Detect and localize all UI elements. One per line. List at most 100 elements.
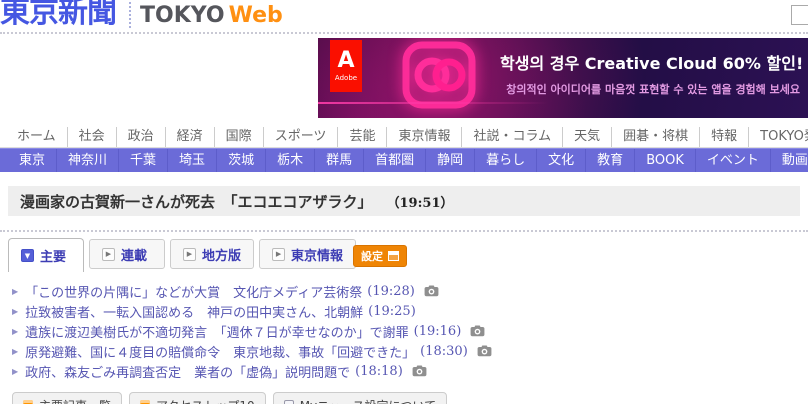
- tab-marker-icon: [21, 249, 34, 262]
- primary-nav-item[interactable]: 芸能: [337, 127, 386, 147]
- regional-nav-item[interactable]: 静岡: [425, 149, 474, 172]
- regional-nav: 東京 神奈川 千葉 埼玉 茨城 栃木 群馬 首都圏 静岡 暮らし 文化 教育 B…: [0, 148, 808, 172]
- camera-icon: [412, 365, 427, 377]
- breaking-news-time: （19:51）: [387, 192, 454, 211]
- primary-nav-item[interactable]: 東京情報: [386, 127, 461, 147]
- camera-icon: [424, 285, 439, 297]
- bullet-arrow-icon: ▶: [12, 347, 18, 356]
- regional-nav-item[interactable]: 動画: [770, 149, 808, 172]
- primary-nav-item[interactable]: 特報: [699, 127, 748, 147]
- tab-label: 地方版: [202, 245, 241, 264]
- section-tab[interactable]: 地方版: [170, 239, 254, 269]
- regional-nav-item[interactable]: 埼玉: [167, 149, 216, 172]
- primary-nav-item[interactable]: スポーツ: [263, 127, 338, 147]
- regional-nav-item[interactable]: 群馬: [314, 149, 363, 172]
- primary-nav-item[interactable]: TOKYO発: [748, 127, 808, 147]
- ad-text: 학생의 경우 Creative Cloud 60% 할인! 창의적인 아이디어를…: [500, 53, 800, 97]
- adobe-a-glyph: A: [337, 50, 354, 72]
- primary-nav-item[interactable]: 経済: [165, 127, 214, 147]
- bullet-arrow-icon: ▶: [12, 327, 18, 336]
- section-tab[interactable]: 東京情報: [259, 239, 356, 269]
- news-time: (18:18): [355, 364, 403, 379]
- bullet-arrow-icon: ▶: [12, 287, 18, 296]
- news-title: 原発避難、国に４度目の賠償命令 東京地裁、事故「回避できた」: [25, 342, 415, 361]
- primary-nav-item[interactable]: 国際: [214, 127, 263, 147]
- tab-marker-icon: [102, 248, 115, 261]
- tab-row: 主要 連載 地方版 東京情報 設定: [8, 238, 808, 272]
- list-icon: [23, 400, 33, 404]
- regional-nav-item[interactable]: BOOK: [634, 149, 695, 172]
- news-time: (19:25): [368, 304, 416, 319]
- regional-nav-item[interactable]: 文化: [536, 149, 585, 172]
- footer-tab[interactable]: 主要記事一覧: [12, 392, 122, 404]
- regional-nav-item[interactable]: 千葉: [118, 149, 167, 172]
- footer-tab[interactable]: アクセストップ10: [129, 392, 266, 404]
- ad-banner[interactable]: A Adobe 학생의 경우 Creative Cloud 60% 할인! 창의…: [318, 38, 808, 118]
- tabs-separator: [0, 230, 808, 232]
- news-list-item[interactable]: ▶ 遺族に渡辺美樹氏が不適切発言 「週休７日が幸せなのか」で謝罪 (19:16): [12, 321, 800, 341]
- header-separator: [0, 32, 808, 34]
- adobe-logo-label: Adobe: [335, 74, 357, 82]
- breaking-news-bar[interactable]: 漫画家の古賀新一さんが死去 「エコエコアザラク」 （19:51）: [8, 186, 800, 216]
- adobe-logo: A Adobe: [330, 40, 362, 92]
- news-title: 拉致被害者、一転入国認める 神戸の田中実さん、北朝鮮: [25, 302, 363, 321]
- ad-subline: 창의적인 아이디어를 마음껏 표현할 수 있는 앱을 경험해 보세요: [500, 81, 800, 97]
- primary-nav-item[interactable]: 政治: [116, 127, 165, 147]
- news-list-item[interactable]: ▶ 原発避難、国に４度目の賠償命令 東京地裁、事故「回避できた」 (18:30): [12, 341, 800, 361]
- regional-nav-item[interactable]: 茨城: [216, 149, 265, 172]
- news-time: (19:28): [367, 284, 415, 299]
- bullet-arrow-icon: ▶: [12, 367, 18, 376]
- section-tab[interactable]: 連載: [89, 239, 165, 269]
- regional-nav-item[interactable]: 東京: [8, 149, 56, 172]
- tokyo-shimbun-logo[interactable]: 東京新聞: [0, 0, 116, 31]
- tab-label: 主要: [40, 246, 66, 265]
- site-header: 東京新聞 TOKYOWeb: [0, 0, 808, 34]
- news-title: 遺族に渡辺美樹氏が不適切発言 「週休７日が幸せなのか」で謝罪: [25, 322, 409, 341]
- primary-nav-item[interactable]: 社会: [67, 127, 116, 147]
- primary-nav: ホーム 社会 政治 経済 国際 スポーツ 芸能 東京情報 社説・コラム 天気 囲…: [0, 127, 808, 148]
- regional-nav-item[interactable]: 暮らし: [474, 149, 536, 172]
- primary-nav-item[interactable]: 天気: [562, 127, 611, 147]
- regional-nav-item[interactable]: 神奈川: [56, 149, 118, 172]
- primary-nav-item[interactable]: 囲碁・将棋: [611, 127, 699, 147]
- section-tab[interactable]: 主要: [8, 238, 84, 272]
- footer-tab-label: Myニュース設定について: [300, 397, 437, 404]
- news-title: 政府、森友ごみ再調査否定 業者の「虚偽」説明問題で: [25, 362, 350, 381]
- news-time: (19:16): [414, 324, 462, 339]
- section-tabs: 主要 連載 地方版 東京情報: [8, 238, 356, 272]
- ad-headline: 학생의 경우 Creative Cloud 60% 할인!: [500, 53, 800, 75]
- list-icon: [140, 400, 150, 404]
- tokyo-web-wordmark: TOKYOWeb: [140, 2, 283, 30]
- regional-nav-item[interactable]: 栃木: [265, 149, 314, 172]
- camera-icon: [470, 325, 485, 337]
- camera-icon: [477, 345, 492, 357]
- news-list-item[interactable]: ▶ 「この世界の片隅に」などが大賞 文化庁メディア芸術祭 (19:28): [12, 281, 800, 301]
- settings-button[interactable]: 設定: [353, 245, 407, 267]
- news-title: 「この世界の片隅に」などが大賞 文化庁メディア芸術祭: [25, 282, 362, 301]
- footer-tab-label: アクセストップ10: [156, 397, 255, 404]
- news-list-item[interactable]: ▶ 拉致被害者、一転入国認める 神戸の田中実さん、北朝鮮 (19:25): [12, 301, 800, 321]
- news-list-item[interactable]: ▶ 政府、森友ごみ再調査否定 業者の「虚偽」説明問題で (18:18): [12, 361, 800, 381]
- regional-nav-item[interactable]: 首都圏: [363, 149, 425, 172]
- brand-web: Web: [229, 3, 283, 28]
- tab-marker-icon: [183, 248, 196, 261]
- logo-divider: [129, 2, 131, 28]
- regional-nav-item[interactable]: 教育: [585, 149, 634, 172]
- settings-button-label: 設定: [361, 248, 383, 264]
- breaking-news-title: 漫画家の古賀新一さんが死去 「エコエコアザラク」: [20, 191, 373, 212]
- footer-tabs: 主要記事一覧 アクセストップ10 Myニュース設定について: [12, 392, 447, 404]
- footer-tab-label: 主要記事一覧: [39, 397, 111, 404]
- brand-tokyo: TOKYO: [140, 3, 225, 28]
- header-search-box[interactable]: [791, 5, 808, 25]
- footer-tab[interactable]: Myニュース設定について: [273, 392, 448, 404]
- creative-cloud-logo-icon: [400, 40, 478, 116]
- tokyo-web-page: 東京新聞 TOKYOWeb A Adobe 학생의 경우 Creative Cl…: [0, 0, 808, 404]
- primary-nav-item[interactable]: ホーム: [6, 127, 67, 147]
- tab-label: 連載: [121, 245, 147, 264]
- settings-window-icon: [388, 251, 399, 261]
- primary-nav-item[interactable]: 社説・コラム: [461, 127, 562, 147]
- news-time: (18:30): [420, 344, 468, 359]
- list-icon: [284, 400, 294, 404]
- tab-marker-icon: [272, 248, 285, 261]
- regional-nav-item[interactable]: イベント: [695, 149, 770, 172]
